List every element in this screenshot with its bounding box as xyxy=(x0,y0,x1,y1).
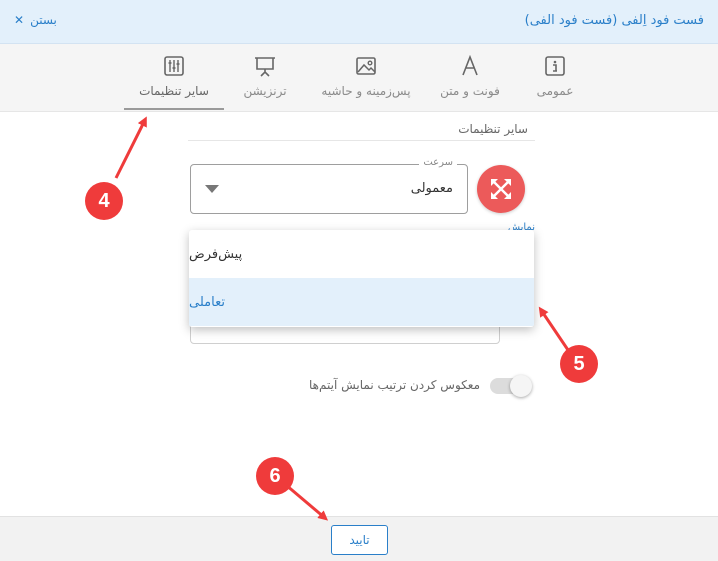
presentation-icon xyxy=(253,54,277,78)
close-label: بستن xyxy=(30,13,57,27)
info-icon xyxy=(543,54,567,78)
tab-label: عمومی xyxy=(536,84,574,98)
speed-select-label: سرعت xyxy=(419,157,457,168)
reverse-order-toggle[interactable] xyxy=(488,374,532,397)
tab-label: ترنزیشن xyxy=(243,84,287,98)
speed-dropdown-menu: پیش‌فرض تعاملی xyxy=(189,230,534,327)
close-button[interactable]: ✕ بستن xyxy=(14,13,57,27)
speed-select[interactable]: سرعت معمولی xyxy=(190,157,468,214)
tab-label: پس‌زمینه و حاشیه xyxy=(321,84,411,98)
settings-panel: سایر تنظیمات سرعت معمولی نمایش معکوس کرد… xyxy=(0,112,718,516)
image-icon xyxy=(354,54,378,78)
tab-other-settings[interactable]: سایر تنظیمات xyxy=(124,44,224,112)
tab-font-text[interactable]: فونت و متن xyxy=(435,44,505,112)
tab-label: سایر تنظیمات xyxy=(139,84,209,98)
close-icon: ✕ xyxy=(14,13,25,27)
tab-general[interactable]: عمومی xyxy=(530,44,580,112)
settings-tabs: عمومی فونت و متن پس‌زمینه و حاشیه ترنزیش… xyxy=(0,44,718,112)
section-title: سایر تنظیمات xyxy=(458,122,528,136)
tab-background-border[interactable]: پس‌زمینه و حاشیه xyxy=(316,44,416,112)
tab-label: فونت و متن xyxy=(440,84,500,98)
reverse-order-toggle-row: معکوس کردن ترتیب نمایش آیتم‌ها xyxy=(309,374,532,397)
dialog-footer: تایید xyxy=(0,516,718,561)
section-divider xyxy=(188,140,535,141)
sliders-icon xyxy=(162,54,186,78)
confirm-button[interactable]: تایید xyxy=(331,525,388,555)
speed-select-value: معمولی xyxy=(410,181,453,196)
expand-arrows-icon xyxy=(491,179,511,199)
dropdown-option-default[interactable]: پیش‌فرض xyxy=(189,230,534,278)
dropdown-option-interactive[interactable]: تعاملی xyxy=(189,278,534,326)
dialog-header: فست فود اِلفی (فست فود الفی) ✕ بستن xyxy=(0,0,718,44)
reverse-order-label: معکوس کردن ترتیب نمایش آیتم‌ها xyxy=(309,378,480,392)
expand-arrows-button[interactable] xyxy=(477,165,525,213)
tab-transition[interactable]: ترنزیشن xyxy=(240,44,290,112)
font-icon xyxy=(458,54,482,78)
caret-down-icon xyxy=(205,185,219,193)
dialog-title: فست فود اِلفی (فست فود الفی) xyxy=(524,13,704,28)
toggle-knob xyxy=(510,375,532,397)
